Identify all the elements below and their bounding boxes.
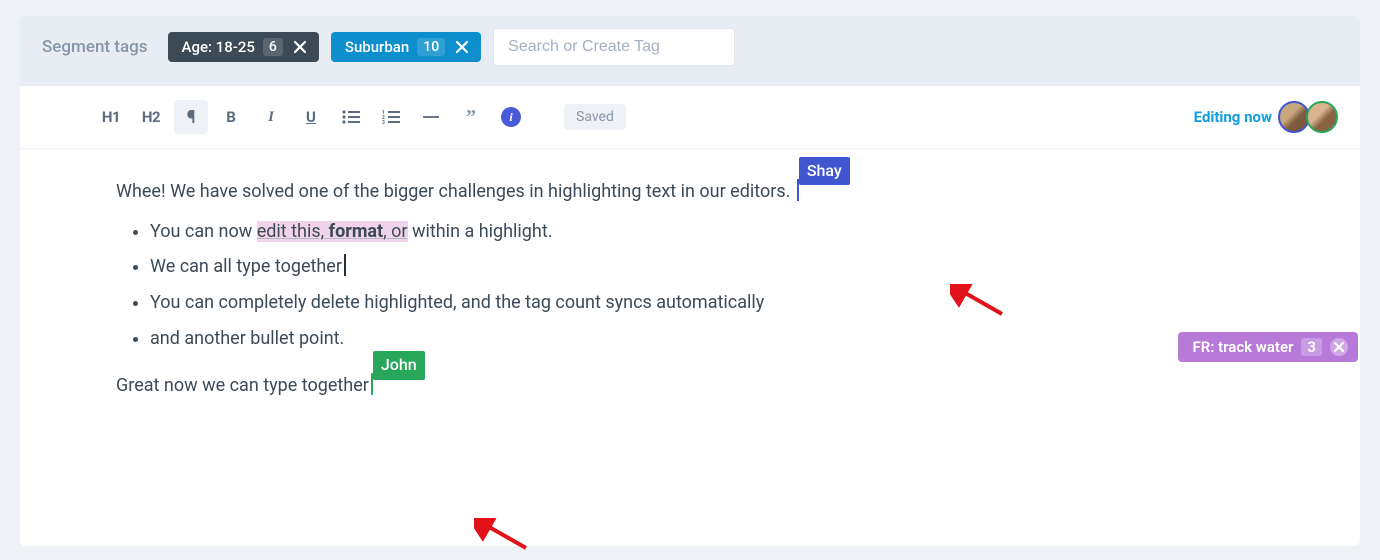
tag-chip-count: 10 — [417, 38, 445, 56]
close-icon[interactable] — [1330, 338, 1348, 356]
tag-chip-label: Suburban — [345, 38, 409, 56]
tag-chip-age[interactable]: Age: 18-25 6 — [168, 32, 319, 62]
segment-tags-label: Segment tags — [42, 37, 148, 57]
list-item[interactable]: and another bullet point. — [150, 324, 1286, 354]
quote-icon: ” — [466, 106, 476, 129]
paragraph-button[interactable]: ¶ — [174, 100, 208, 134]
editor-panel: H1 H2 ¶ B I U 1 2 3 ” i — [20, 86, 1360, 546]
avatar[interactable] — [1306, 101, 1338, 133]
paragraph[interactable]: Great now we can type togetherJohn — [116, 371, 1286, 401]
info-icon: i — [501, 107, 521, 127]
collaborator-cursor-john: John — [369, 371, 373, 401]
numbered-list-icon: 1 2 3 — [382, 110, 400, 124]
text: We can all type together — [150, 256, 342, 277]
bold-button[interactable]: B — [214, 100, 248, 134]
text: You can now — [150, 221, 257, 242]
close-icon[interactable] — [291, 38, 309, 56]
text: Whee! We have solved one of the bigger c… — [116, 181, 795, 202]
blockquote-button[interactable]: ” — [454, 100, 488, 134]
tag-chip-count: 3 — [1301, 338, 1322, 356]
paragraph[interactable]: Whee! We have solved one of the bigger c… — [116, 177, 1286, 207]
collaborator-avatars — [1282, 101, 1338, 133]
svg-text:3: 3 — [382, 120, 385, 124]
cursor-label: Shay — [799, 157, 850, 185]
underline-button[interactable]: U — [294, 100, 328, 134]
close-icon[interactable] — [453, 38, 471, 56]
heading-2-button[interactable]: H2 — [134, 100, 168, 134]
tag-chip-label: FR: track water — [1192, 338, 1293, 356]
list-item[interactable]: You can completely delete highlighted, a… — [150, 288, 1286, 318]
pilcrow-icon: ¶ — [187, 107, 196, 128]
text: You can completely delete highlighted, a… — [150, 292, 764, 313]
bullet-list-icon — [342, 110, 360, 124]
list-item[interactable]: We can all type together — [150, 252, 1286, 282]
numbered-list-button[interactable]: 1 2 3 — [374, 100, 408, 134]
text-caret — [344, 254, 346, 276]
toolbar-right: Editing now — [1194, 101, 1338, 133]
bullet-list[interactable]: You can now edit this, format, or within… — [116, 217, 1286, 354]
text: and another bullet point. — [150, 328, 344, 349]
collaborator-cursor-shay: Shay — [795, 177, 799, 207]
editor-toolbar: H1 H2 ¶ B I U 1 2 3 ” i — [20, 86, 1360, 149]
cursor-label: John — [373, 351, 425, 379]
heading-1-button[interactable]: H1 — [94, 100, 128, 134]
document-body[interactable]: Whee! We have solved one of the bigger c… — [20, 149, 1360, 419]
annotation-arrow-icon — [474, 518, 534, 560]
tag-chip-label: Age: 18-25 — [182, 38, 255, 56]
italic-button[interactable]: I — [254, 100, 288, 134]
save-status: Saved — [564, 104, 626, 130]
text: Great now we can type together — [116, 375, 369, 396]
segment-tags-bar: Segment tags Age: 18-25 6 Suburban 10 — [20, 16, 1360, 86]
divider-button[interactable] — [414, 100, 448, 134]
tag-chip-count: 6 — [263, 38, 283, 56]
minus-icon — [423, 116, 439, 118]
info-button[interactable]: i — [494, 100, 528, 134]
inline-tag-track-water[interactable]: FR: track water 3 — [1178, 332, 1358, 362]
highlighted-text[interactable]: edit this, format, or — [257, 221, 408, 242]
list-item[interactable]: You can now edit this, format, or within… — [150, 217, 1286, 247]
tag-search-input[interactable] — [493, 28, 735, 66]
tag-chip-suburban[interactable]: Suburban 10 — [331, 32, 481, 62]
text: within a highlight. — [408, 221, 553, 242]
bullet-list-button[interactable] — [334, 100, 368, 134]
editing-now-label[interactable]: Editing now — [1194, 108, 1272, 126]
